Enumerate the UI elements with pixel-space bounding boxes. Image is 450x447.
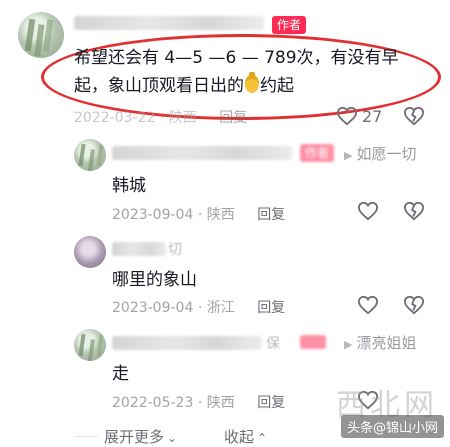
author-name-blurred[interactable] (112, 242, 166, 256)
reply-button[interactable]: 回复 (219, 110, 247, 126)
triangle-right-icon: ▶ (344, 149, 353, 162)
heart-icon[interactable] (336, 106, 358, 126)
reply-button[interactable]: 回复 (257, 207, 285, 223)
avatar[interactable] (74, 236, 106, 268)
comment-text: 韩城 (112, 176, 146, 196)
money-bag-icon (245, 72, 259, 93)
watermark: 头条@锦山小网 (340, 415, 444, 438)
comment-location: 陕西 (206, 207, 235, 223)
comment-meta: 2023-09-04 · 浙江 回复 (112, 300, 286, 316)
chevron-down-icon: ⌄ (167, 431, 178, 445)
comment-text: 希望还会有 4—5 —6 — 789次，有没有早 起，象山顶观看日出的 约起 (74, 44, 399, 100)
comment-text: 走 (112, 364, 129, 384)
author-tag: 作者 (272, 16, 307, 34)
chevron-up-icon: ⌃ (257, 431, 268, 445)
broken-heart-icon[interactable] (403, 201, 425, 221)
reply-to[interactable]: ▶ 漂亮姐姐 (344, 332, 416, 353)
reply-to-name: 漂亮姐姐 (356, 334, 417, 352)
comment-meta: 2023-09-04 · 陕西 回复 (112, 207, 286, 223)
comment-date: 2023-09-04 (112, 207, 194, 223)
comment-text-line-1: 希望还会有 4—5 —6 — 789次，有没有早 (74, 48, 399, 68)
author-tag: 作者 (300, 144, 335, 162)
divider (74, 436, 98, 437)
avatar[interactable] (74, 329, 106, 361)
comment-location: 陕西 (206, 395, 235, 411)
heart-icon[interactable] (357, 201, 379, 221)
comment-location: 浙江 (206, 300, 235, 316)
heart-icon[interactable] (357, 295, 379, 315)
comment-date: 2022-03-22 (74, 110, 156, 126)
comment-text: 哪里的象山 (112, 270, 197, 290)
comment-meta: 2022-03-22 · 陕西 回复 (74, 110, 248, 126)
avatar[interactable] (74, 139, 106, 171)
comment-meta: 2022-05-23 · 陕西 回复 (112, 395, 286, 411)
comment-text-line-2-before: 起，象山顶观看日出的 (74, 76, 244, 96)
comment-date: 2023-09-04 (112, 300, 194, 316)
avatar[interactable] (18, 12, 64, 58)
comment-text-line-2-after: 约起 (260, 76, 294, 96)
comment-date: 2022-05-23 (112, 395, 194, 411)
reply-to-name: 如愿一切 (356, 145, 417, 163)
broken-heart-icon[interactable] (403, 295, 425, 315)
comment-location: 陕西 (168, 110, 197, 126)
broken-heart-icon[interactable] (403, 106, 425, 126)
reply-button[interactable]: 回复 (257, 300, 285, 316)
collapse-label: 收起 (224, 428, 255, 446)
triangle-right-icon: ▶ (344, 338, 353, 351)
comment-text-line-2: 起，象山顶观看日出的 约起 (74, 72, 399, 100)
author-tag-blurred (300, 335, 326, 349)
author-name-blurred[interactable] (112, 336, 262, 350)
author-name-tail: 切 (168, 242, 182, 258)
reply-to[interactable]: ▶ 如愿一切 (344, 143, 416, 164)
author-name-tail: 保 (266, 336, 280, 352)
reply-button[interactable]: 回复 (257, 395, 285, 411)
author-name-blurred[interactable] (112, 146, 292, 160)
expand-more-label: 展开更多 (104, 428, 165, 446)
like-count: 27 (362, 107, 383, 126)
author-name-blurred[interactable] (74, 16, 264, 30)
